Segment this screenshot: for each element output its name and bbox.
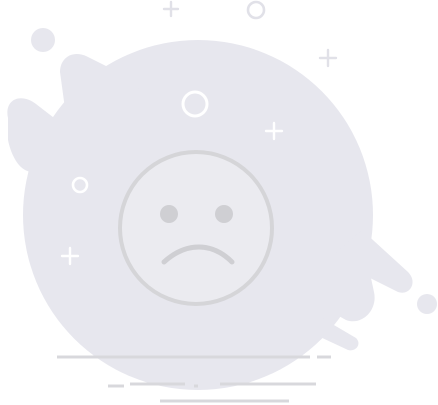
- plus-icon: [318, 48, 338, 68]
- ring-icon: [246, 0, 266, 20]
- face-circle: [118, 150, 274, 306]
- empty-state-illustration: [7, 0, 437, 403]
- right-eye: [215, 205, 233, 223]
- left-eye: [160, 205, 178, 223]
- sad-face-icon: [118, 150, 274, 306]
- plus-icon: [162, 0, 180, 18]
